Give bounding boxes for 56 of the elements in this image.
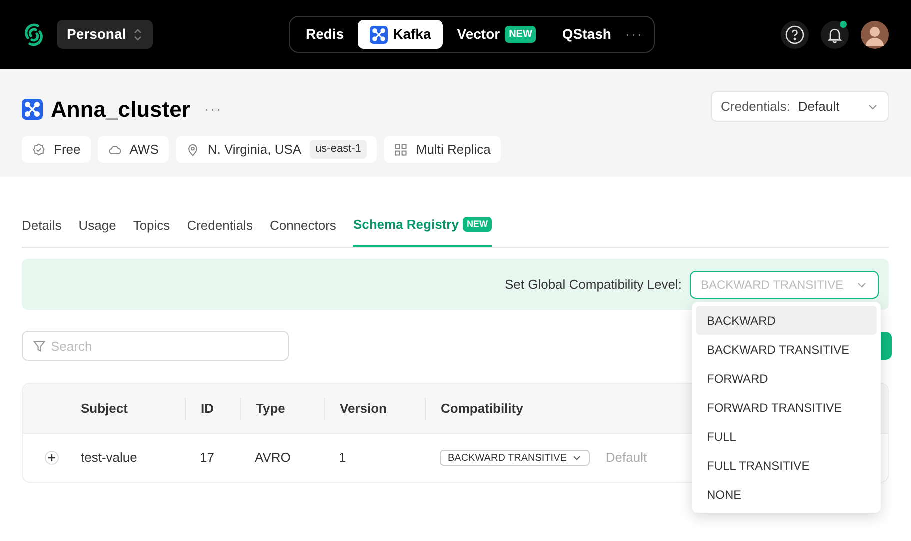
cluster-name: Anna_cluster [51,96,190,124]
menu-option[interactable]: NONE [696,480,877,509]
workspace-selector[interactable]: Personal [57,20,153,49]
menu-option[interactable]: FULL [696,422,877,451]
chevron-up-down-icon [133,28,143,42]
new-badge: NEW [505,26,536,43]
tab[interactable]: Schema Registry NEW [353,214,492,247]
product-tab[interactable]: Vector NEW [445,20,548,49]
tab[interactable]: Credentials [187,214,253,247]
expand-button[interactable] [45,451,59,465]
new-badge: NEW [462,216,492,232]
notifications-button[interactable] [821,20,849,48]
column-header: Type [240,398,324,420]
help-icon [785,24,805,44]
table-cell-text: 1 [338,449,348,468]
product-tab[interactable]: QStash [550,20,624,49]
tag-label: N. Virginia, USA [208,140,302,159]
tag-label: Free [54,140,81,159]
compatibility-select[interactable]: BACKWARD TRANSITIVE [440,450,590,466]
menu-option[interactable]: BACKWARD TRANSITIVE [696,335,877,364]
menu-option[interactable]: FULL TRANSITIVE [696,451,877,480]
badge-check-icon [32,142,46,156]
product-tab[interactable]: Kafka [358,20,444,49]
credentials-select[interactable]: Credentials: Default [711,91,889,122]
credentials-value: Default [798,98,840,116]
column-header: Compatibility [425,398,625,420]
table-cell-text: test-value [81,449,138,468]
default-label: Default [606,449,648,468]
menu-option[interactable]: BACKWARD [696,306,877,335]
tag-label: AWS [130,140,159,159]
global-level-label: Set Global Compatibility Level: [504,276,682,294]
kafka-icon [22,99,43,120]
column-header: ID [185,398,240,420]
tab[interactable]: Topics [133,214,170,247]
avatar[interactable] [861,20,889,48]
menu-option[interactable]: FORWARD TRANSITIVE [696,393,877,422]
kafka-icon [370,26,388,44]
product-tab[interactable]: Redis [294,20,356,49]
tab[interactable]: Connectors [270,214,336,247]
grid-icon [394,142,408,156]
region-code: us-east-1 [310,140,368,159]
map-pin-icon [186,142,200,156]
more-button[interactable]: ··· [625,24,644,45]
table-cell-text: AVRO [254,449,292,468]
menu-option[interactable]: FORWARD [696,364,877,393]
filter-icon [33,340,46,353]
column-header: Subject [80,400,129,418]
help-button[interactable] [781,20,809,48]
tab[interactable]: Details [22,214,62,247]
tab[interactable]: Usage [78,214,116,247]
table-cell-text: 17 [199,449,216,468]
search-field[interactable]: Search [22,331,289,361]
column-header: Version [324,398,425,420]
credentials-label: Credentials: [721,98,790,116]
plus-icon [48,454,56,462]
tag-label: Multi Replica [416,140,491,159]
